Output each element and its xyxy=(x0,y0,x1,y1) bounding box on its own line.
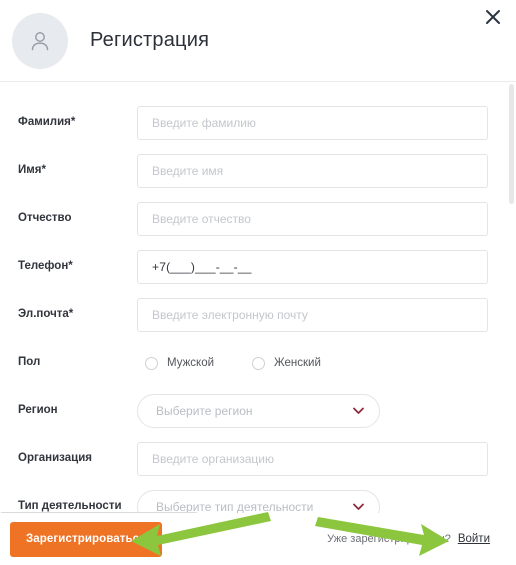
required-marker: * xyxy=(68,260,73,273)
field-label-organization: Организация xyxy=(18,452,92,465)
region-select[interactable]: Выберите регион xyxy=(137,394,380,428)
field-label-email: Эл.почта* xyxy=(18,308,137,322)
firstname-input[interactable] xyxy=(137,154,488,188)
field-label-region: Регион xyxy=(18,404,58,417)
region-select-value: Выберите регион xyxy=(156,404,253,418)
field-label-gender: Пол xyxy=(18,356,41,369)
radio-circle-icon[interactable] xyxy=(252,356,266,370)
vertical-scrollbar[interactable] xyxy=(508,84,515,513)
field-row-firstname: Имя* xyxy=(18,153,488,189)
required-marker: * xyxy=(41,164,46,177)
chevron-down-icon xyxy=(351,404,365,418)
email-input[interactable] xyxy=(137,298,488,332)
field-row-middlename: Отчество xyxy=(18,201,488,237)
radio-label-female: Женский xyxy=(274,357,321,369)
already-registered-text: Уже зарегистрированы? xyxy=(327,533,451,545)
required-marker: * xyxy=(68,308,74,321)
field-row-activity-type: Тип деятельности Выберите тип деятельнос… xyxy=(18,489,488,513)
field-row-email: Эл.почта* xyxy=(18,297,488,333)
radio-label-male: Мужской xyxy=(167,357,215,369)
field-row-gender: Пол Мужской Женский xyxy=(18,345,488,381)
activity-type-select[interactable]: Выберите тип деятельности xyxy=(137,490,380,513)
login-link[interactable]: Войти xyxy=(458,533,490,545)
organization-input[interactable] xyxy=(137,442,488,476)
page-title: Регистрация xyxy=(90,29,210,51)
modal-header: Регистрация xyxy=(0,0,516,82)
vertical-scrollbar-thumb[interactable] xyxy=(509,84,514,204)
user-avatar-icon xyxy=(12,12,68,69)
close-icon[interactable] xyxy=(480,4,506,30)
radio-option-female[interactable]: Женский xyxy=(252,356,321,370)
gender-radio-group: Мужской Женский xyxy=(137,356,488,370)
radio-option-male[interactable]: Мужской xyxy=(145,356,215,370)
lastname-input[interactable] xyxy=(137,106,488,140)
field-row-lastname: Фамилия* xyxy=(18,105,488,141)
modal-footer: Зарегистрироваться Уже зарегистрированы?… xyxy=(0,513,516,565)
field-label-phone: Телефон* xyxy=(18,260,137,274)
register-button[interactable]: Зарегистрироваться xyxy=(10,521,162,557)
radio-circle-icon[interactable] xyxy=(145,356,158,370)
field-row-organization: Организация xyxy=(18,441,488,477)
field-label-lastname: Фамилия* xyxy=(18,116,137,130)
label-text: Имя xyxy=(18,164,42,177)
label-text: Телефон xyxy=(18,260,69,273)
registration-form-scroll-area: Фамилия* Имя* Отчество Телефон* Эл.почта… xyxy=(0,83,516,513)
field-label-firstname: Имя* xyxy=(18,164,137,178)
field-label-middlename: Отчество xyxy=(18,212,72,225)
phone-input[interactable] xyxy=(137,250,488,284)
field-row-phone: Телефон* xyxy=(18,249,488,285)
field-row-region: Регион Выберите регион xyxy=(18,393,488,429)
chevron-down-icon xyxy=(351,500,365,513)
login-prompt: Уже зарегистрированы? Войти xyxy=(327,533,502,545)
label-text: Эл.почта xyxy=(18,308,69,321)
label-text: Фамилия xyxy=(18,116,71,129)
registration-form: Фамилия* Имя* Отчество Телефон* Эл.почта… xyxy=(0,83,516,513)
middlename-input[interactable] xyxy=(137,202,488,236)
required-marker: * xyxy=(70,116,76,129)
